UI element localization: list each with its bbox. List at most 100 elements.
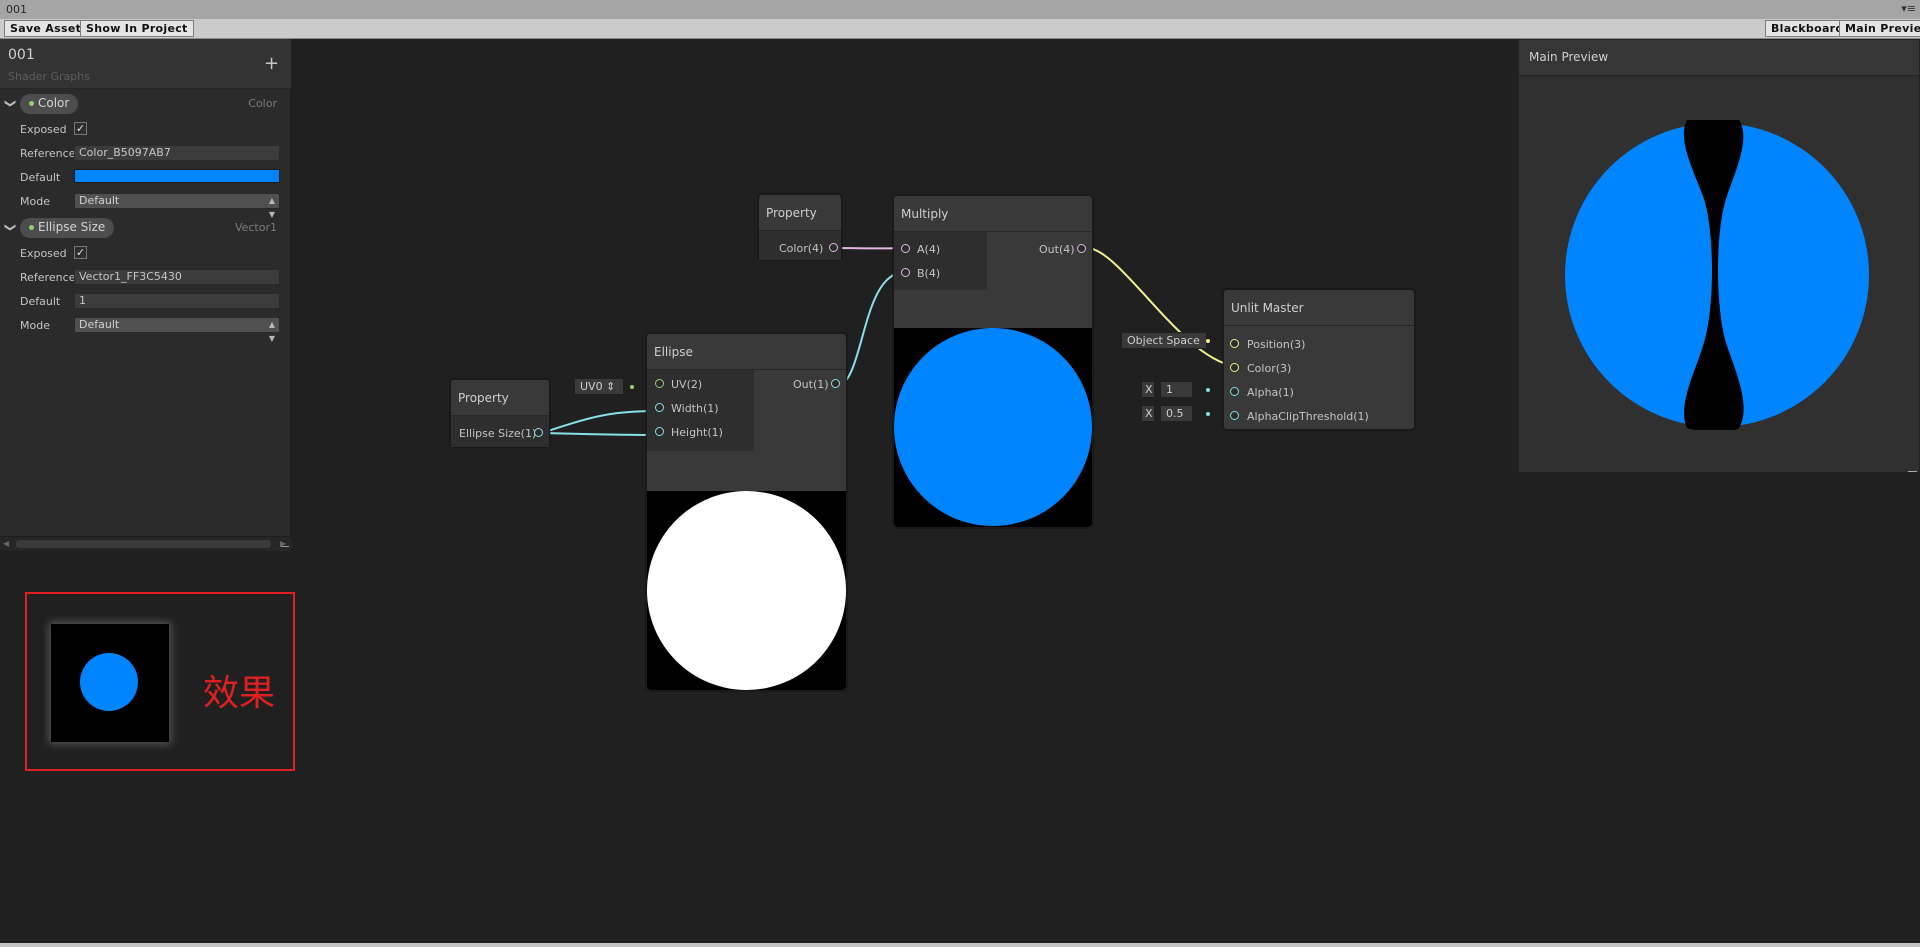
- save-asset-button[interactable]: Save Asset: [4, 20, 88, 37]
- width-input-port[interactable]: [655, 403, 664, 412]
- uv-input-port[interactable]: [655, 379, 664, 388]
- exposed-checkbox[interactable]: ✓: [74, 122, 87, 135]
- clip-connector-dot: [1206, 412, 1210, 416]
- property-color-header[interactable]: ❯ Color Color: [0, 92, 291, 116]
- color-output-port[interactable]: [829, 243, 838, 252]
- effect-thumbnail: [51, 624, 169, 742]
- reference-field[interactable]: Color_B5097AB7: [74, 145, 280, 161]
- mode-label: Mode: [20, 319, 50, 332]
- ellipse-size-output-port[interactable]: [534, 428, 543, 437]
- reference-field[interactable]: Vector1_FF3C5430: [74, 269, 280, 285]
- mode-dropdown[interactable]: Default ▲ ▼: [74, 317, 280, 343]
- width-input-label: Width(1): [671, 402, 719, 415]
- node-title: Property: [766, 206, 817, 220]
- checkmark-icon: ✓: [75, 246, 86, 259]
- node-header[interactable]: Property: [759, 195, 841, 231]
- position-input-port[interactable]: [1230, 339, 1239, 348]
- blackboard-toggle-button[interactable]: Blackboard: [1765, 20, 1850, 37]
- window-menu-icon[interactable]: ▾≡: [1901, 2, 1916, 15]
- reference-label: Reference: [20, 271, 76, 284]
- object-space-field[interactable]: Object Space: [1121, 332, 1207, 349]
- property-color-pill[interactable]: Color: [20, 94, 79, 114]
- alpha-value-field[interactable]: 1: [1160, 381, 1193, 398]
- node-title: Unlit Master: [1231, 301, 1304, 315]
- resize-handle-icon[interactable]: [1908, 471, 1917, 472]
- out-output-port[interactable]: [1077, 244, 1086, 253]
- main-preview-header[interactable]: Main Preview: [1519, 40, 1919, 76]
- color-output-label: Color(4): [779, 242, 824, 255]
- main-preview-toggle-button[interactable]: Main Preview: [1839, 20, 1920, 37]
- uv-channel-field[interactable]: UV0 ⇕: [574, 378, 624, 395]
- position-connector-dot: [1206, 339, 1210, 343]
- node-title: Property: [458, 391, 509, 405]
- alpha-input-port[interactable]: [1230, 387, 1239, 396]
- property-color-node[interactable]: Property Color(4): [758, 194, 842, 260]
- out-output-port[interactable]: [831, 379, 840, 388]
- default-color-swatch[interactable]: [74, 169, 280, 183]
- property-ellipse-size-type: Vector1: [234, 221, 277, 234]
- node-header[interactable]: Ellipse: [647, 334, 846, 370]
- ellipse-size-output-label: Ellipse Size(1): [459, 427, 537, 440]
- a-input-port[interactable]: [901, 244, 910, 253]
- alpha-clip-threshold-input-label: AlphaClipThreshold(1): [1247, 410, 1369, 423]
- node-header[interactable]: Unlit Master: [1224, 290, 1414, 326]
- property-ellipse-size-header[interactable]: ❯ Ellipse Size Vector1: [0, 216, 291, 240]
- chevron-down-icon[interactable]: ❯: [4, 99, 17, 108]
- main-preview-title: Main Preview: [1529, 50, 1609, 64]
- blackboard-scrollbar[interactable]: ◀ ▶: [0, 536, 291, 551]
- ellipse-node[interactable]: Ellipse UV(2) Width(1) Height(1) Out(1): [646, 333, 847, 691]
- height-input-port[interactable]: [655, 427, 664, 436]
- main-preview-panel[interactable]: Main Preview: [1518, 39, 1920, 473]
- exposed-label: Exposed: [20, 123, 67, 136]
- chevron-down-icon[interactable]: ❯: [4, 223, 17, 232]
- mode-value: Default: [79, 194, 120, 207]
- blackboard-panel: 001 Shader Graphs + ❯ Color Color Expose…: [0, 39, 291, 551]
- blackboard-title: 001: [8, 47, 35, 63]
- mode-label: Mode: [20, 195, 50, 208]
- clip-value-field[interactable]: 0.5: [1160, 405, 1193, 422]
- mode-value: Default: [79, 318, 120, 331]
- multiply-preview: [894, 328, 1092, 527]
- b-input-port[interactable]: [901, 268, 910, 277]
- scroll-left-icon[interactable]: ◀: [3, 539, 9, 548]
- alpha-clip-threshold-input-port[interactable]: [1230, 411, 1239, 420]
- node-header[interactable]: Property: [451, 380, 549, 416]
- exposed-label: Exposed: [20, 247, 67, 260]
- add-property-icon[interactable]: +: [264, 55, 279, 73]
- uv-channel-value: UV0: [580, 380, 603, 393]
- property-ellipse-size-pill[interactable]: Ellipse Size: [20, 218, 115, 238]
- multiply-node[interactable]: Multiply A(4) B(4) Out(4): [893, 195, 1093, 528]
- edge-size-to-width[interactable]: [541, 410, 658, 434]
- window-title: 001: [6, 3, 27, 16]
- effect-annotation-box: 效果: [25, 592, 295, 771]
- node-title: Multiply: [901, 207, 949, 221]
- effect-label: 效果: [203, 673, 276, 714]
- updown-arrows-icon: ⇕: [606, 380, 616, 393]
- height-input-label: Height(1): [671, 426, 723, 439]
- node-title: Ellipse: [654, 345, 693, 359]
- unlit-master-node[interactable]: Unlit Master Position(3) Color(3) Alpha(…: [1223, 289, 1415, 430]
- exposed-checkbox[interactable]: ✓: [74, 246, 87, 259]
- b-input-label: B(4): [917, 267, 941, 280]
- default-value-field[interactable]: 1: [74, 293, 280, 309]
- input-slot-area: [894, 232, 987, 290]
- position-input-label: Position(3): [1247, 338, 1306, 351]
- scrollbar-thumb[interactable]: [16, 540, 271, 548]
- color-input-label: Color(3): [1247, 362, 1292, 375]
- show-in-project-button[interactable]: Show In Project: [80, 20, 194, 37]
- color-input-port[interactable]: [1230, 363, 1239, 372]
- out-output-label: Out(1): [793, 378, 829, 391]
- node-header[interactable]: Multiply: [894, 196, 1092, 232]
- effect-circle: [80, 653, 138, 711]
- mode-dropdown[interactable]: Default ▲ ▼: [74, 193, 280, 219]
- ellipse-preview-circle: [647, 491, 846, 690]
- edge-size-to-height[interactable]: [541, 432, 658, 436]
- property-dot-icon: [29, 101, 34, 106]
- graph-canvas[interactable]: 001 Shader Graphs + ❯ Color Color Expose…: [0, 39, 1920, 943]
- property-ellipse-size-node[interactable]: Property Ellipse Size(1): [450, 379, 550, 447]
- a-input-label: A(4): [917, 243, 941, 256]
- resize-handle-icon[interactable]: [281, 546, 289, 547]
- window-title-bar: 001 ▾≡: [0, 0, 1920, 19]
- blackboard-subtitle: Shader Graphs: [8, 70, 90, 83]
- ellipse-preview: [647, 491, 846, 690]
